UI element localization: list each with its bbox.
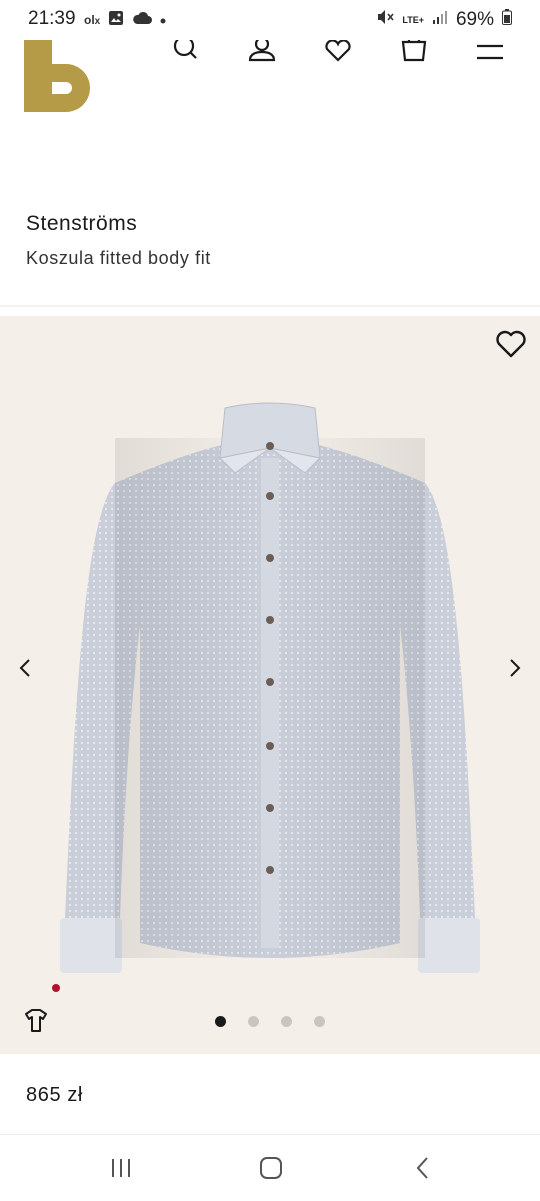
gallery-dot[interactable] — [281, 1016, 292, 1027]
home-icon[interactable] — [256, 1153, 286, 1183]
account-icon[interactable] — [246, 36, 278, 64]
bag-icon[interactable] — [398, 38, 430, 64]
cloud-icon — [132, 11, 153, 28]
mute-icon — [376, 8, 394, 32]
status-time: 21:39 — [28, 8, 76, 29]
product-gallery[interactable] — [0, 316, 540, 1054]
site-header — [0, 35, 540, 160]
previous-image-arrow-icon[interactable] — [14, 656, 38, 680]
system-nav-bar — [0, 1134, 540, 1201]
status-bar: 21:39 olx LTE+ 69% — [0, 0, 540, 40]
gallery-pagination — [0, 1016, 540, 1027]
olx-icon: olx — [84, 12, 101, 27]
signal-icon — [432, 9, 448, 31]
product-price: 865 zł — [26, 1084, 83, 1106]
add-to-wishlist-icon[interactable] — [496, 330, 526, 358]
gallery-dot[interactable] — [215, 1016, 226, 1027]
recent-apps-icon[interactable] — [106, 1153, 136, 1183]
notification-badge — [52, 984, 60, 992]
wishlist-icon[interactable] — [322, 39, 354, 64]
menu-icon[interactable] — [474, 40, 506, 64]
divider — [0, 305, 540, 307]
size-fit-icon[interactable] — [18, 1002, 54, 1038]
status-left-icons: olx — [84, 10, 166, 29]
gallery-dot[interactable] — [248, 1016, 259, 1027]
brand-name[interactable]: Stenströms — [26, 212, 137, 236]
battery-icon — [502, 9, 512, 31]
search-icon[interactable] — [170, 35, 202, 64]
breuninger-logo[interactable] — [24, 40, 100, 136]
product-image[interactable] — [55, 398, 485, 978]
next-image-arrow-icon[interactable] — [502, 656, 526, 680]
network-label: LTE+ — [402, 14, 424, 25]
battery-label: 69% — [455, 9, 494, 30]
product-title: Koszula fitted body fit — [26, 248, 211, 268]
status-right: LTE+ 69% — [376, 8, 512, 32]
gallery-dot[interactable] — [314, 1016, 325, 1027]
dot-icon — [160, 12, 166, 27]
back-icon[interactable] — [408, 1153, 438, 1183]
image-icon — [108, 10, 124, 29]
